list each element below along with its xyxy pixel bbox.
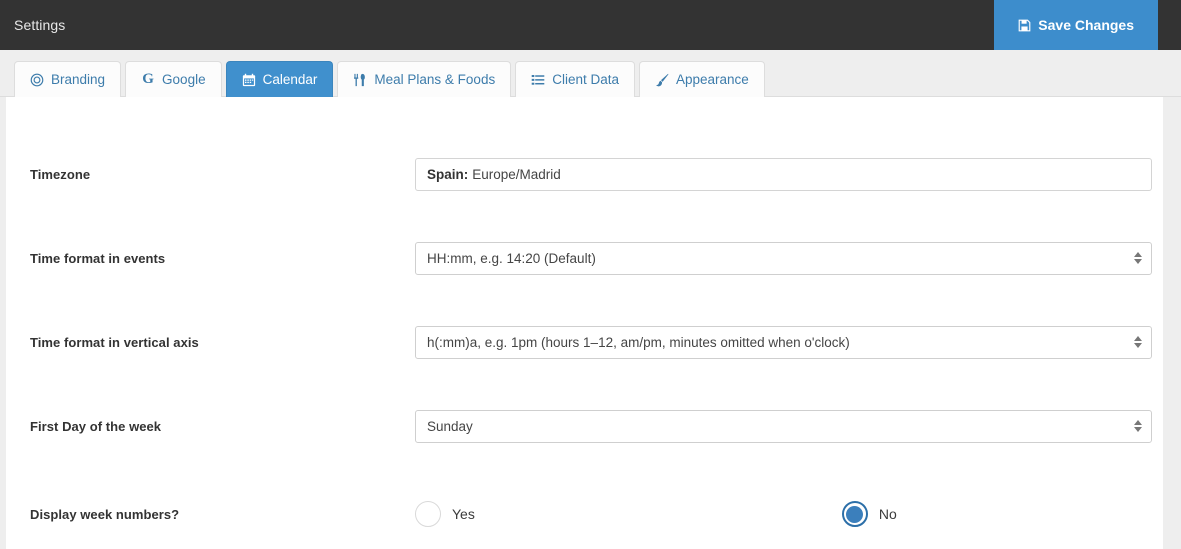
first-day-value: Sunday: [427, 418, 473, 434]
tab-client-data[interactable]: Client Data: [515, 61, 635, 97]
timezone-zone: Europe/Madrid: [472, 166, 561, 182]
week-numbers-label: Display week numbers?: [30, 506, 180, 522]
radio-circle-selected-icon: [841, 501, 868, 527]
save-changes-label: Save Changes: [1038, 17, 1134, 33]
tab-meal-plans-foods[interactable]: Meal Plans & Foods: [337, 61, 512, 97]
chevron-updown-icon: [1133, 418, 1142, 434]
week-numbers-yes-label: Yes: [452, 506, 475, 522]
timezone-value[interactable]: Spain: Europe/Madrid: [415, 157, 1152, 191]
tab-branding[interactable]: Branding: [14, 61, 122, 97]
first-day-select[interactable]: Sunday: [415, 409, 1152, 443]
row-time-format-events: Time format in events HH:mm, e.g. 14:20 …: [6, 238, 1163, 278]
week-numbers-radio-yes[interactable]: Yes: [415, 501, 475, 527]
save-floppy-icon: [1018, 19, 1031, 32]
tab-meal-plans-foods-label: Meal Plans & Foods: [374, 72, 496, 87]
tab-appearance-label: Appearance: [676, 72, 749, 87]
radio-circle-icon: [415, 501, 441, 527]
chevron-updown-icon: [1133, 250, 1142, 266]
tab-google[interactable]: G Google: [125, 61, 222, 97]
row-first-day: First Day of the week Sunday: [6, 406, 1163, 446]
google-g-icon: G: [142, 71, 154, 87]
tab-calendar[interactable]: Calendar: [225, 61, 334, 97]
time-format-events-field[interactable]: HH:mm, e.g. 14:20 (Default): [415, 241, 1152, 275]
list-icon: [531, 73, 545, 87]
time-format-axis-field[interactable]: h(:mm)a, e.g. 1pm (hours 1–12, am/pm, mi…: [415, 325, 1152, 359]
timezone-country: Spain:: [427, 166, 469, 182]
page-title: Settings: [14, 17, 66, 33]
time-format-axis-value: h(:mm)a, e.g. 1pm (hours 1–12, am/pm, mi…: [427, 334, 850, 350]
top-bar: Settings Save Changes: [0, 0, 1181, 50]
tab-google-label: Google: [162, 72, 206, 87]
row-time-format-axis: Time format in vertical axis h(:mm)a, e.…: [6, 322, 1163, 362]
time-format-events-select[interactable]: HH:mm, e.g. 14:20 (Default): [415, 241, 1152, 275]
cutlery-icon: [353, 73, 367, 87]
copyright-icon: [30, 73, 44, 87]
settings-page: Settings Save Changes Branding G Google …: [0, 0, 1181, 549]
tab-client-data-label: Client Data: [552, 72, 619, 87]
timezone-label: Timezone: [30, 166, 91, 182]
paintbrush-icon: [655, 73, 669, 87]
time-format-axis-label: Time format in vertical axis: [30, 334, 199, 350]
week-numbers-no-label: No: [878, 506, 897, 522]
first-day-label: First Day of the week: [30, 418, 162, 434]
row-week-numbers: Display week numbers? Yes No: [6, 494, 1163, 534]
week-numbers-radio-group: Yes No: [415, 499, 1152, 529]
tab-list: Branding G Google Calendar Meal Plans & …: [14, 61, 769, 97]
first-day-field[interactable]: Sunday: [415, 409, 1152, 443]
time-format-events-value: HH:mm, e.g. 14:20 (Default): [427, 250, 596, 266]
calendar-icon: [242, 73, 256, 87]
time-format-axis-select[interactable]: h(:mm)a, e.g. 1pm (hours 1–12, am/pm, mi…: [415, 325, 1152, 359]
chevron-updown-icon: [1133, 334, 1142, 350]
save-changes-button[interactable]: Save Changes: [994, 0, 1158, 50]
tab-appearance[interactable]: Appearance: [639, 61, 765, 97]
tab-strip: Branding G Google Calendar Meal Plans & …: [0, 50, 1181, 97]
week-numbers-radio-no[interactable]: No: [841, 501, 897, 527]
settings-panel: Timezone Spain: Europe/Madrid Time forma…: [6, 97, 1163, 549]
timezone-field[interactable]: Spain: Europe/Madrid: [415, 157, 1152, 191]
row-timezone: Timezone Spain: Europe/Madrid: [6, 154, 1163, 194]
tab-branding-label: Branding: [51, 72, 106, 87]
time-format-events-label: Time format in events: [30, 250, 166, 266]
tab-calendar-label: Calendar: [262, 72, 318, 87]
